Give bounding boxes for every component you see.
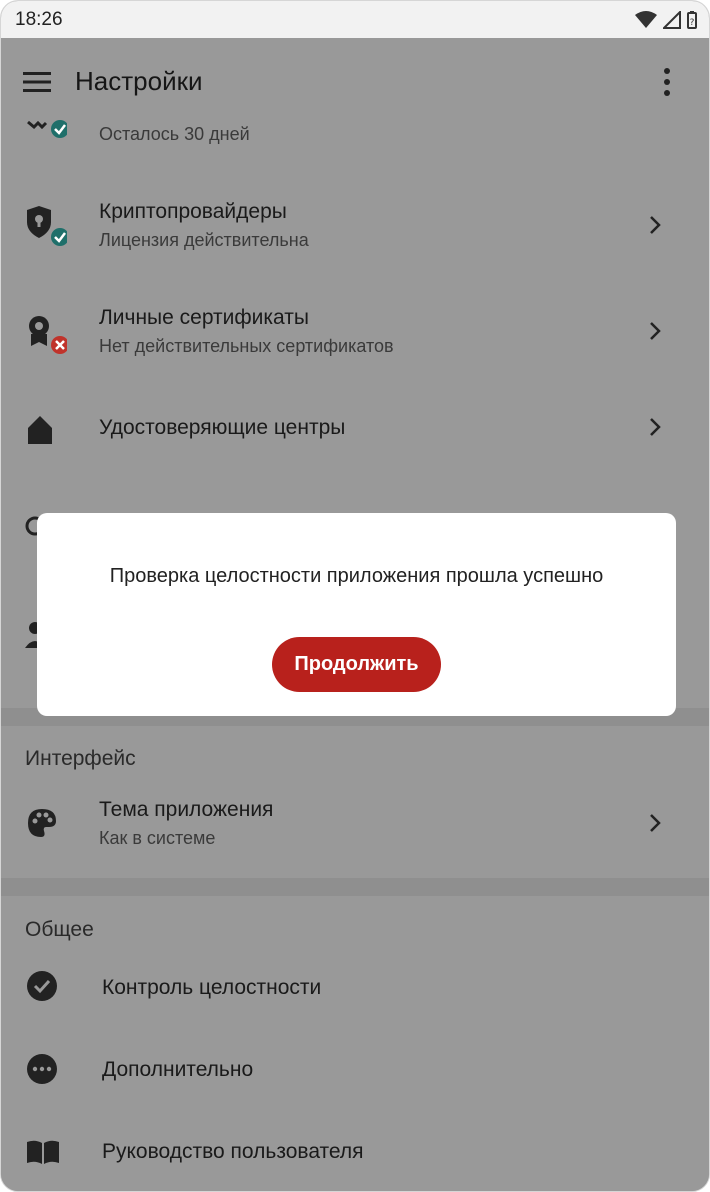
- check-circle-icon: [27, 971, 57, 1001]
- shield-lock-icon: [27, 206, 67, 246]
- user-guide-row[interactable]: Руководство пользователя: [1, 1126, 709, 1182]
- battery-icon: ?: [687, 10, 697, 29]
- personal-certificates-row[interactable]: Личные сертификаты Нет действительных се…: [1, 294, 709, 370]
- continue-button[interactable]: Продолжить: [272, 637, 441, 692]
- crypto-providers-status: Лицензия действительна: [99, 230, 309, 250]
- additional-row[interactable]: Дополнительно: [1, 1044, 709, 1100]
- chevron-right-icon: [650, 814, 661, 832]
- status-time: 18:26: [15, 8, 63, 30]
- section-title-general: Общее: [25, 918, 94, 941]
- integrity-control-label: Контроль целостности: [102, 976, 322, 999]
- integrity-control-row[interactable]: Контроль целостности: [1, 962, 709, 1018]
- integrity-check-dialog: Проверка целостности приложения прошла у…: [37, 513, 676, 716]
- section-divider: [1, 878, 709, 896]
- hamburger-menu-icon[interactable]: [23, 70, 51, 94]
- personal-certificates-title: Личные сертификаты: [99, 306, 309, 329]
- device-frame: 18:26 ? Настройки Осталось 30 дней Крипт…: [0, 0, 710, 1192]
- user-guide-label: Руководство пользователя: [102, 1140, 364, 1163]
- crypto-providers-row[interactable]: Криптопровайдеры Лицензия действительна: [1, 188, 709, 264]
- chevron-right-icon: [650, 418, 661, 436]
- app-theme-value: Как в системе: [99, 828, 216, 848]
- book-icon: [27, 1140, 59, 1164]
- chevron-right-icon: [650, 216, 661, 234]
- palette-icon: [28, 809, 56, 837]
- home-icon: [28, 416, 52, 444]
- app-theme-title: Тема приложения: [99, 798, 274, 821]
- personal-certificates-status: Нет действительных сертификатов: [99, 336, 394, 356]
- license-icon: [27, 120, 67, 138]
- status-bar: 18:26 ?: [1, 1, 709, 38]
- certificate-authorities-row[interactable]: Удостоверяющие центры: [1, 400, 709, 456]
- wifi-icon: [635, 10, 657, 28]
- dialog-message: Проверка целостности приложения прошла у…: [109, 565, 604, 587]
- status-icons: ?: [635, 10, 697, 29]
- additional-label: Дополнительно: [102, 1058, 254, 1081]
- license-status: Осталось 30 дней: [99, 124, 250, 144]
- chevron-right-icon: [650, 322, 661, 340]
- crypto-providers-title: Криптопровайдеры: [99, 200, 287, 223]
- app-bar: Настройки: [1, 38, 709, 126]
- more-circle-icon: [27, 1054, 57, 1084]
- app-theme-row[interactable]: Тема приложения Как в системе: [1, 790, 709, 866]
- section-title-interface: Интерфейс: [25, 747, 136, 770]
- overflow-menu-icon[interactable]: [655, 66, 679, 98]
- cell-signal-icon: [663, 10, 681, 29]
- page-title: Настройки: [75, 66, 203, 96]
- license-row[interactable]: Осталось 30 дней: [1, 118, 709, 158]
- svg-text:?: ?: [690, 18, 695, 28]
- certificate-authorities-title: Удостоверяющие центры: [99, 416, 346, 439]
- certificate-icon: [29, 316, 67, 354]
